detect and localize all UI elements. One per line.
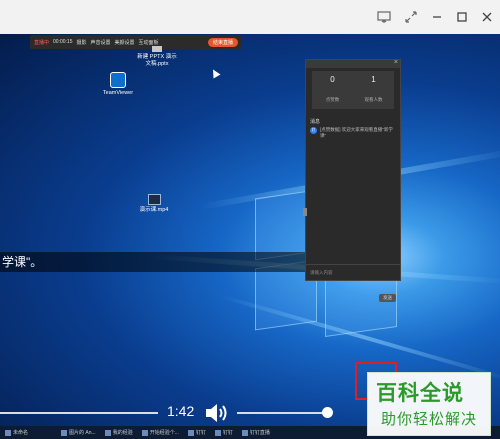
volume-slider-knob[interactable] xyxy=(322,407,333,418)
cast-icon[interactable] xyxy=(375,8,393,26)
app-icon xyxy=(214,429,221,436)
taskbar-item[interactable]: 我的经验 xyxy=(102,427,136,438)
app-icon xyxy=(187,429,194,436)
app-icon xyxy=(104,429,111,436)
desktop-icon-teamviewer[interactable]: TeamViewer xyxy=(98,72,138,97)
taskbar-item[interactable]: 钉钉 xyxy=(212,427,236,438)
live-chat-panel: × 0 点赞数 1 观看人数 消息 钉 [点赞数据] 欢迎大家来观看直播"新学课… xyxy=(303,59,401,302)
stat-value: 0 xyxy=(330,75,335,84)
taskbar-item-label: 钉钉直播 xyxy=(249,430,270,436)
end-live-button[interactable]: 结束直播 xyxy=(207,37,238,47)
divider xyxy=(306,264,400,265)
taskbar-item[interactable]: 钉钉 xyxy=(185,427,209,438)
desktop-icon-video[interactable]: 演示课.mp4 xyxy=(132,194,176,214)
app-icon xyxy=(141,429,148,436)
stat-label: 点赞数 xyxy=(325,97,340,102)
avatar: 钉 xyxy=(310,127,317,134)
window-titlebar xyxy=(0,0,500,34)
app-icon xyxy=(241,429,248,436)
sound-settings-button[interactable]: 声音设置 xyxy=(91,39,111,46)
desktop-icon-label: 演示课.mp4 xyxy=(139,207,169,213)
send-button[interactable]: 发送 xyxy=(379,294,396,302)
volume-slider[interactable] xyxy=(237,412,327,414)
interaction-panel-button[interactable]: 互动面板 xyxy=(139,39,159,46)
taskbar-item-label: 我的经验 xyxy=(112,430,133,436)
live-status: 直播中 xyxy=(34,39,50,46)
taskbar-item[interactable]: 图片的 An... xyxy=(58,427,99,438)
watermark-subtitle: 助你轻松解决 xyxy=(381,411,478,428)
watermark: 百科全说 助你轻松解决 xyxy=(367,372,491,436)
desktop-icon-label: 新建 PPTX 演示文稿.pptx xyxy=(137,54,177,67)
desktop-icon-label: TeamViewer xyxy=(102,90,134,96)
close-icon[interactable] xyxy=(478,8,496,26)
video-file-icon xyxy=(147,194,161,205)
beauty-settings-button[interactable]: 美颜设置 xyxy=(115,39,135,46)
chat-panel-header xyxy=(306,60,400,68)
taskbar-item[interactable]: 未命名 xyxy=(2,427,31,438)
messages-title: 消息 xyxy=(310,119,321,125)
chat-input[interactable]: 请输入内容 xyxy=(310,270,370,276)
seek-bar[interactable] xyxy=(0,412,158,414)
taskbar-item-label: 开始经验个... xyxy=(149,430,179,436)
teamviewer-icon xyxy=(110,72,126,88)
chat-message-text: [点赞数据] 欢迎大家来观看直播"新学课" xyxy=(320,127,393,138)
minimize-icon[interactable] xyxy=(428,8,446,26)
pptx-file-icon xyxy=(152,46,162,52)
stat-viewers: 1 观看人数 xyxy=(353,75,394,103)
desktop-icon-pptx[interactable]: 新建 PPTX 演示文稿.pptx xyxy=(136,46,178,67)
stat-value: 1 xyxy=(371,75,376,84)
app-icon xyxy=(61,429,68,436)
current-time: 1:42 xyxy=(167,403,195,419)
app-icon xyxy=(5,429,11,436)
subtitle-banner: 学课"。 xyxy=(0,252,305,272)
live-stats: 0 点赞数 1 观看人数 xyxy=(312,71,394,109)
chat-message: 钉 [点赞数据] 欢迎大家来观看直播"新学课" xyxy=(310,127,396,139)
taskbar-item-label: 图片的 An... xyxy=(69,430,96,436)
close-icon[interactable]: × xyxy=(394,59,398,66)
expand-icon[interactable] xyxy=(402,8,420,26)
live-timer: 00:00:15 xyxy=(53,39,73,45)
stat-likes: 0 点赞数 xyxy=(312,75,353,103)
taskbar-item[interactable]: 开始经验个... xyxy=(139,427,182,438)
taskbar-item[interactable]: 钉钉直播 xyxy=(239,427,273,438)
taskbar-item-label: 钉钉 xyxy=(195,430,206,436)
taskbar-item-label: 未命名 xyxy=(13,430,29,436)
panel-drag-handle[interactable] xyxy=(303,208,307,216)
stat-label: 观看人数 xyxy=(364,97,383,102)
maximize-icon[interactable] xyxy=(453,8,471,26)
taskbar-item-label: 钉钉 xyxy=(222,430,233,436)
watermark-title: 百科全说 xyxy=(376,382,464,405)
mouse-cursor xyxy=(209,67,221,79)
camera-button[interactable]: 摄影 xyxy=(76,39,86,46)
